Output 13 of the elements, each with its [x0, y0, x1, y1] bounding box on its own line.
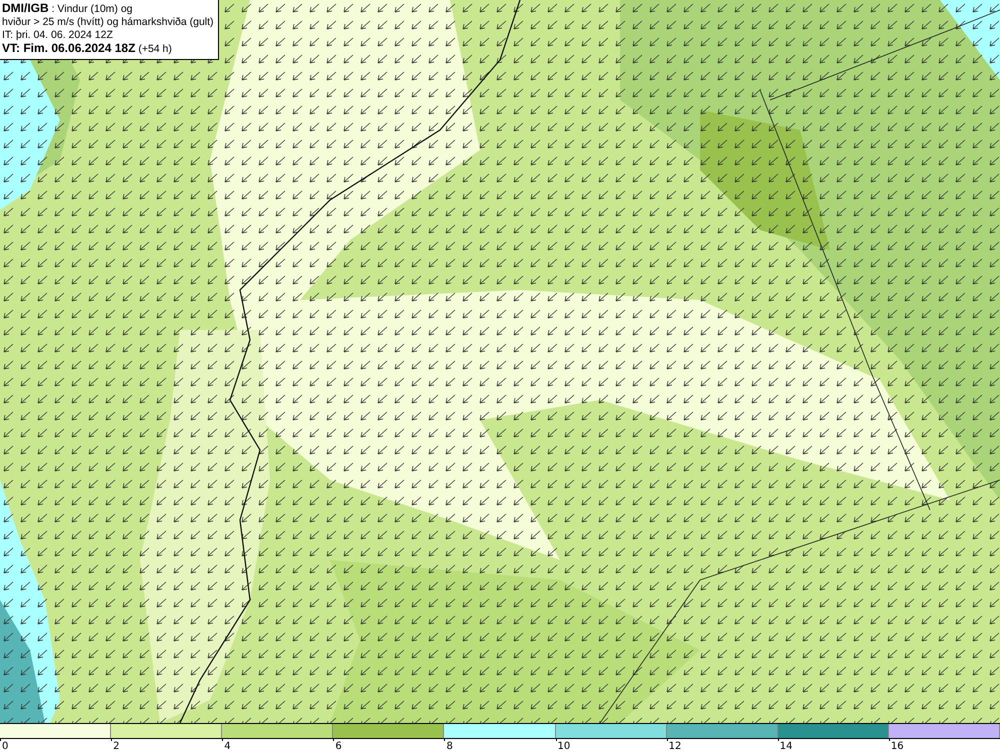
- info-text: hviður > 25 m/s (hvítt) og hámarkshviða (gult): [2, 16, 214, 29]
- legend-tick-label: 2: [113, 741, 120, 752]
- legend-tick-label: 14: [780, 741, 792, 752]
- info-text: DMI/IGB : Vindur (10m) og: [2, 2, 134, 16]
- legend-tick-label: 12: [668, 741, 682, 752]
- info-text: IT: þri. 04. 06. 2024 12Z: [2, 29, 114, 42]
- legend-tick-label: 4: [224, 741, 231, 752]
- legend-tick-label: 0: [2, 741, 8, 752]
- legend-tick-label: 8: [446, 741, 453, 752]
- info-text: VT: Fim. 06.06.2024 18Z (+54 h): [2, 42, 173, 56]
- legend-tick-label: 10: [558, 741, 570, 752]
- legend-tick-label: 16: [890, 741, 904, 752]
- legend-tick-label: 6: [335, 741, 342, 752]
